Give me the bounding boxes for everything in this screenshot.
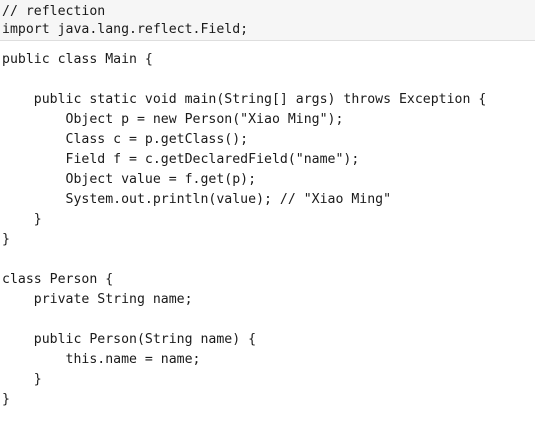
code-line-comment: // reflection [2,4,106,19]
code-line-1: public class Main { [2,52,153,67]
code-line-15: public Person(String name) { [2,332,257,347]
code-line-12: class Person { [2,272,114,287]
code-line-4: Object p = new Person("Xiao Ming"); [2,112,344,127]
code-viewer: // reflection import java.lang.reflect.F… [0,0,535,424]
code-line-6: Field f = c.getDeclaredField("name"); [2,152,360,167]
code-line-3: public static void main(String[] args) t… [2,92,487,107]
code-header-block: // reflection import java.lang.reflect.F… [0,0,535,41]
code-line-13: private String name; [2,292,193,307]
code-main-block: public class Main { public static void m… [0,41,535,424]
code-line-5: Class c = p.getClass(); [2,132,249,147]
code-line-9: } [2,212,42,227]
code-line-import: import java.lang.reflect.Field; [2,22,249,37]
code-line-16: this.name = name; [2,352,201,367]
code-line-8: System.out.println(value); // "Xiao Ming… [2,192,392,207]
code-line-18: } [2,392,10,407]
code-line-10: } [2,232,10,247]
code-line-7: Object value = f.get(p); [2,172,257,187]
code-line-17: } [2,372,42,387]
